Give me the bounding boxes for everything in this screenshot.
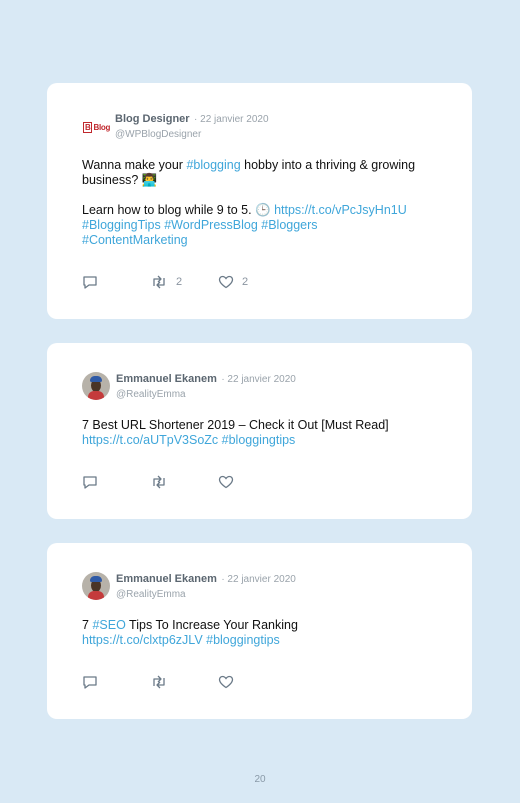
page-number: 20 (254, 774, 266, 785)
tweet-actions (82, 675, 234, 689)
avatar[interactable] (82, 372, 110, 400)
like-button[interactable] (218, 675, 234, 689)
retweet-icon (153, 475, 165, 489)
tweet-actions (82, 475, 234, 489)
tweet-card: Emmanuel Ekanem · 22 janvier 2020 @Reali… (47, 543, 472, 719)
tweet-text: 7 Best URL Shortener 2019 – Check it Out… (82, 418, 442, 448)
author-handle[interactable]: @WPBlogDesigner (115, 129, 201, 140)
tweet-actions: 2 2 (82, 275, 248, 289)
url-link[interactable]: https://t.co/aUTpV3SoZc #bloggingtips (82, 433, 442, 448)
heart-icon (218, 475, 234, 489)
retweet-count: 2 (176, 276, 183, 288)
retweet-button[interactable] (150, 475, 218, 489)
tweet-text: 7 #SEO Tips To Increase Your Ranking htt… (82, 618, 442, 648)
like-button[interactable]: 2 (218, 275, 248, 289)
avatar[interactable]: B Blog (82, 112, 112, 142)
heart-icon (218, 675, 234, 689)
avatar[interactable] (82, 572, 110, 600)
reply-icon (83, 676, 97, 689)
reply-icon (83, 276, 97, 289)
retweet-button[interactable] (150, 675, 218, 689)
author-handle[interactable]: @RealityEmma (116, 389, 186, 400)
reply-button[interactable] (82, 275, 150, 289)
tweet-date[interactable]: · 22 janvier 2020 (221, 374, 296, 385)
tweet-date[interactable]: · 22 janvier 2020 (194, 114, 269, 125)
tweet-header: Emmanuel Ekanem · 22 janvier 2020 @Reali… (82, 371, 296, 401)
retweet-icon (153, 675, 165, 689)
heart-icon (218, 275, 234, 289)
like-button[interactable] (218, 475, 234, 489)
hashtag-links[interactable]: #BloggingTips #WordPressBlog #Bloggers (82, 218, 442, 233)
tweet-text: Wanna make your #blogging hobby into a t… (82, 158, 442, 248)
blog-logo-icon: B Blog (83, 122, 111, 133)
hashtag-link[interactable]: #SEO (92, 618, 125, 632)
like-count: 2 (242, 276, 249, 288)
url-link[interactable]: https://t.co/clxtp6zJLV #bloggingtips (82, 633, 442, 648)
reply-button[interactable] (82, 675, 150, 689)
reply-button[interactable] (82, 475, 150, 489)
reply-icon (83, 476, 97, 489)
author-name[interactable]: Emmanuel Ekanem (116, 573, 217, 585)
tweet-date[interactable]: · 22 janvier 2020 (221, 574, 296, 585)
author-name[interactable]: Emmanuel Ekanem (116, 373, 217, 385)
retweet-button[interactable]: 2 (150, 275, 218, 289)
retweet-icon (153, 275, 165, 289)
tweet-header: B Blog Blog Designer · 22 janvier 2020 @W… (82, 111, 269, 142)
tweet-header: Emmanuel Ekanem · 22 janvier 2020 @Reali… (82, 571, 296, 601)
hashtag-link[interactable]: #blogging (186, 158, 240, 172)
author-handle[interactable]: @RealityEmma (116, 589, 186, 600)
tweet-card: B Blog Blog Designer · 22 janvier 2020 @W… (47, 83, 472, 319)
tweet-card: Emmanuel Ekanem · 22 janvier 2020 @Reali… (47, 343, 472, 519)
author-name[interactable]: Blog Designer (115, 113, 190, 125)
hashtag-link[interactable]: #ContentMarketing (82, 233, 442, 248)
url-link[interactable]: https://t.co/vPcJsyHn1U (274, 203, 407, 217)
